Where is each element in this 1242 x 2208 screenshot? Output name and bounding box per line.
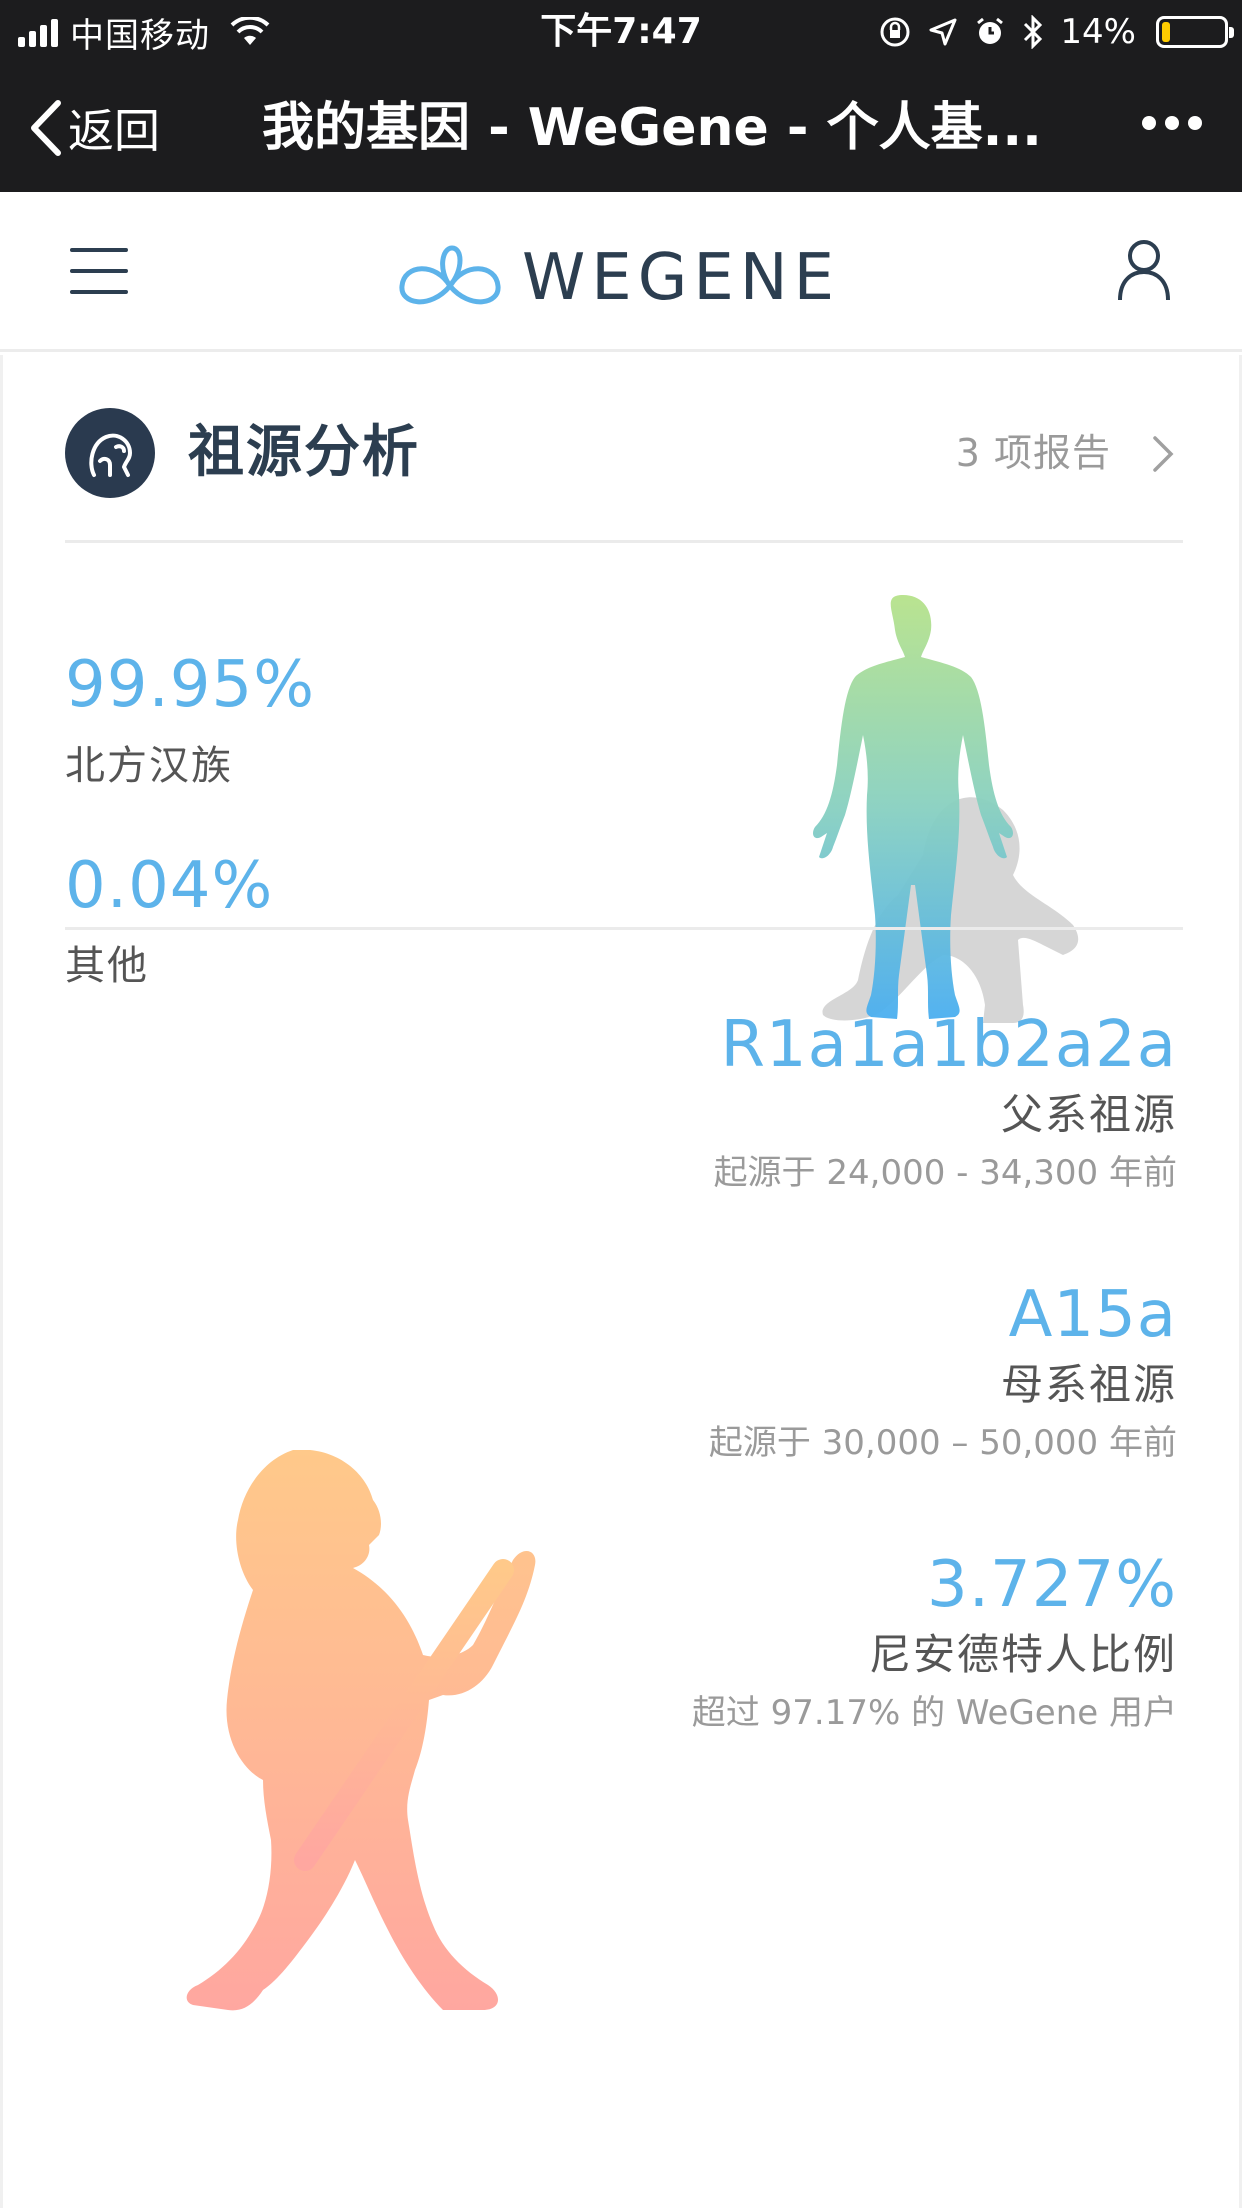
- neanderthal-note: 超过 97.17% 的 WeGene 用户: [691, 1693, 1177, 1733]
- logo-text: WEGENE: [522, 241, 841, 315]
- ancestry-name: 北方汉族: [65, 743, 233, 789]
- logo-icon: [399, 245, 501, 305]
- wegene-logo[interactable]: WEGENE: [396, 238, 840, 318]
- neanderthal-illustration: [186, 1450, 536, 2011]
- haplogroup-label: 父系祖源: [1000, 1090, 1177, 1139]
- rotation-lock-icon: [880, 17, 910, 47]
- neanderthal-silhouette: [186, 1450, 536, 2011]
- divider: [65, 927, 1183, 930]
- status-bar: 中国移动 下午7:47 14%: [0, 0, 1242, 64]
- neanderthal-label: 尼安德特人比例: [868, 1630, 1177, 1679]
- haplogroup-note: 起源于 24,000 - 34,300 年前: [713, 1153, 1177, 1193]
- back-chevron-icon: [31, 100, 61, 156]
- bluetooth-icon: [1024, 15, 1043, 49]
- back-button[interactable]: 返回: [28, 92, 160, 164]
- chevron-right-icon: [1153, 436, 1174, 472]
- menu-icon[interactable]: [70, 248, 128, 296]
- alarm-icon: [977, 17, 1004, 44]
- site-header: WEGENE: [0, 192, 1242, 352]
- ancestry-percent: 0.04%: [65, 849, 274, 923]
- ancestry-card: 祖源分析 3 项报告 99.95% 北方汉族 0.04% 其他 R1a1a1b2…: [0, 355, 1242, 2208]
- human-evolution-illustration: [813, 595, 1079, 1023]
- divider: [65, 540, 1183, 543]
- back-label: 返回: [68, 104, 160, 158]
- ancestry-name: 其他: [65, 943, 149, 989]
- haplogroup-label: 母系祖源: [1000, 1360, 1177, 1409]
- page-title: 我的基因 - WeGene - 个人基...: [262, 98, 1042, 158]
- maternal-haplogroup: A15a 母系祖源 起源于 30,000 – 50,000 年前: [709, 1275, 1177, 1471]
- haplogroup-note: 起源于 30,000 – 50,000 年前: [708, 1423, 1177, 1463]
- neanderthal-ratio: 3.727% 尼安德特人比例 超过 97.17% 的 WeGene 用户: [692, 1545, 1177, 1741]
- haplogroup-value: A15a: [1008, 1278, 1177, 1352]
- battery-icon: [1156, 16, 1234, 48]
- user-icon[interactable]: [1116, 238, 1172, 302]
- battery-percent: 14%: [1060, 12, 1136, 52]
- paternal-haplogroup: R1a1a1b2a2a 父系祖源 起源于 24,000 - 34,300 年前: [714, 1005, 1177, 1201]
- report-count: 3 项报告: [955, 431, 1111, 475]
- location-icon: [929, 18, 957, 46]
- navigation-bar: 返回 我的基因 - WeGene - 个人基...: [0, 64, 1242, 192]
- section-title: 祖源分析: [188, 420, 420, 485]
- neanderthal-percent: 3.727%: [926, 1548, 1177, 1622]
- more-button[interactable]: [1142, 116, 1202, 130]
- ancestry-percent: 99.95%: [65, 648, 316, 722]
- ancestry-section-header[interactable]: 祖源分析 3 项报告: [65, 408, 1183, 498]
- more-icon: [1142, 116, 1156, 130]
- haplogroup-value: R1a1a1b2a2a: [720, 1008, 1177, 1082]
- gorilla-icon: [65, 408, 155, 498]
